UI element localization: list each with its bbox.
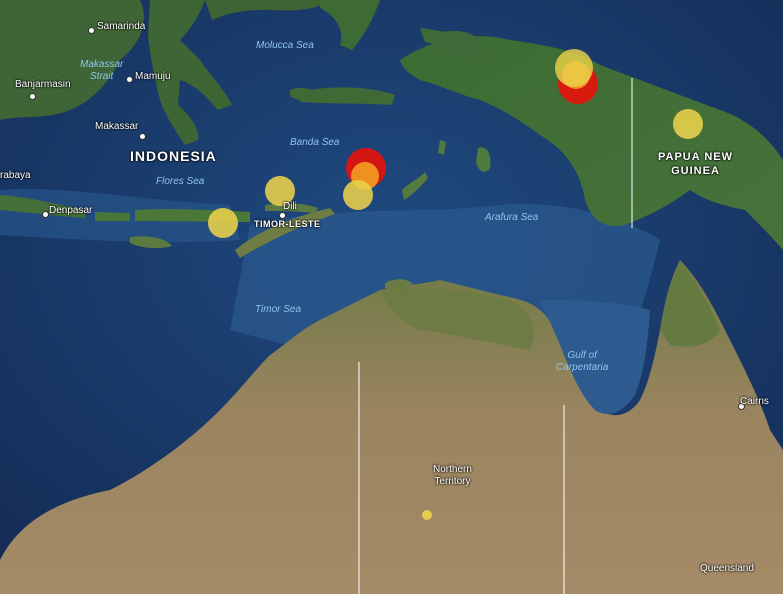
label-makassar-strait: Makassar Strait xyxy=(80,59,123,83)
label-papua-new-guinea: PAPUA NEW GUINEA xyxy=(658,150,733,178)
label-timor-sea: Timor Sea xyxy=(255,304,302,315)
quake-papua-yellow xyxy=(555,49,593,87)
quake-northern-territory xyxy=(422,510,432,520)
label-makassar-strait-line1: Makassar xyxy=(80,59,124,70)
label-gulf-line1: Gulf of xyxy=(567,350,597,361)
label-arafura-sea: Arafura Sea xyxy=(485,212,539,223)
label-nt-line2: Territory xyxy=(434,476,471,487)
city-dot-dili xyxy=(279,212,286,219)
label-nt-line1: Northern xyxy=(433,464,472,475)
land-lombok xyxy=(95,212,130,221)
label-timor-leste: TIMOR-LESTE xyxy=(254,219,321,229)
label-queensland: Queensland xyxy=(700,563,754,574)
label-samarinda: Samarinda xyxy=(97,21,146,32)
label-makassar: Makassar xyxy=(95,121,139,132)
label-flores-sea: Flores Sea xyxy=(156,176,205,187)
label-mamuju: Mamuju xyxy=(135,71,171,82)
map-view[interactable]: Molucca Sea Banda Sea Flores Sea Arafura… xyxy=(0,0,783,594)
city-dot-mamuju xyxy=(126,76,133,83)
label-banjarmasin: Banjarmasin xyxy=(15,79,71,90)
label-png-line1: PAPUA NEW xyxy=(658,151,733,163)
quake-timor-west xyxy=(208,208,238,238)
label-cairns: Cairns xyxy=(740,396,769,407)
city-dot-makassar xyxy=(139,133,146,140)
label-gulf-of-carpentaria: Gulf of Carpentaria xyxy=(556,350,608,374)
label-molucca-sea: Molucca Sea xyxy=(256,40,314,51)
label-gulf-line2: Carpentaria xyxy=(556,362,609,373)
quake-banda-yellow xyxy=(343,180,373,210)
city-dot-denpasar xyxy=(42,211,49,218)
label-surabaya: rabaya xyxy=(0,170,31,181)
map-base-layer xyxy=(0,0,783,594)
label-dili: Dili xyxy=(283,201,297,212)
label-denpasar: Denpasar xyxy=(49,205,93,216)
label-northern-territory: Northern Territory xyxy=(433,464,472,488)
label-makassar-strait-line2: Strait xyxy=(90,71,114,82)
city-dot-banjarmasin xyxy=(29,93,36,100)
label-indonesia: INDONESIA xyxy=(130,148,217,164)
city-dot-samarinda xyxy=(88,27,95,34)
quake-png xyxy=(673,109,703,139)
label-png-line2: GUINEA xyxy=(671,165,720,177)
label-banda-sea: Banda Sea xyxy=(290,137,340,148)
